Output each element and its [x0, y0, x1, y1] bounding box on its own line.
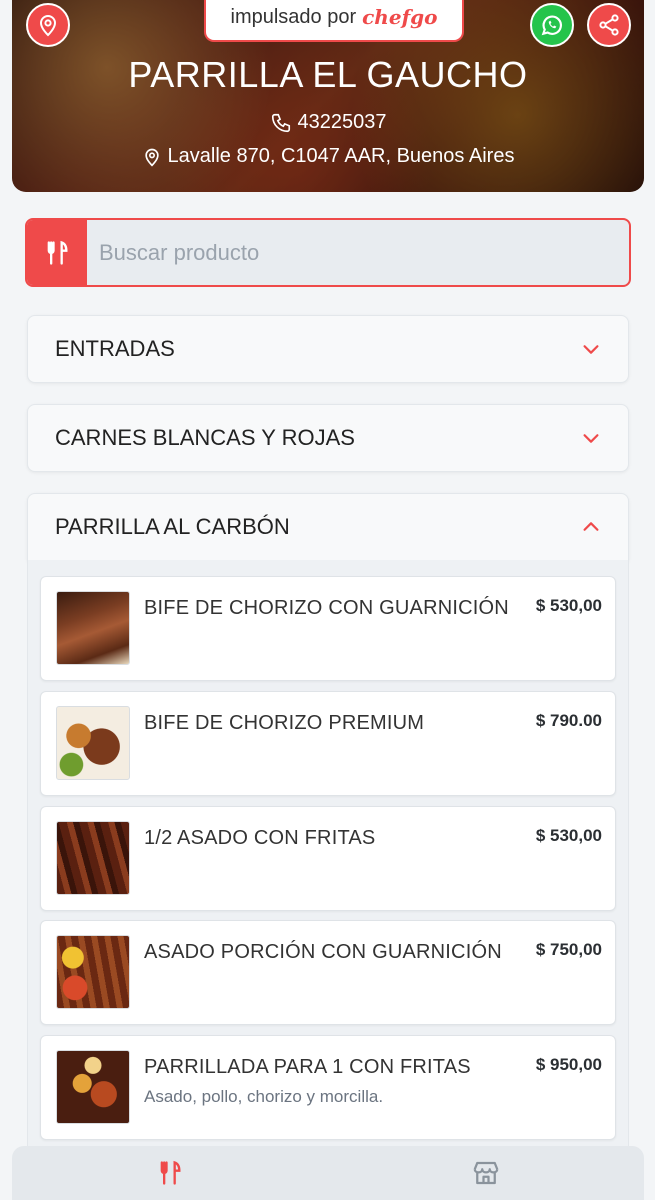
product-image	[56, 591, 130, 665]
nav-tab-menu[interactable]	[12, 1146, 328, 1200]
product-price: $ 790.00	[535, 711, 602, 730]
product-image	[56, 706, 130, 780]
restaurant-header: impulsado por chefgo PARRILLA EL GAUCHO …	[12, 0, 644, 192]
category-carnes[interactable]: CARNES BLANCAS Y ROJAS	[27, 404, 629, 472]
category-parrilla[interactable]: PARRILLA AL CARBÓN	[27, 493, 629, 561]
phone-number: 43225037	[297, 111, 387, 133]
product-description: Asado, pollo, chorizo y morcilla.	[144, 1087, 384, 1106]
product-name: BIFE DE CHORIZO CON GUARNICIÓN	[144, 597, 509, 619]
map-pin-icon	[39, 15, 57, 37]
chevron-down-icon	[583, 345, 599, 354]
search-icon-box	[27, 220, 87, 285]
product-name: PARRILLADA PARA 1 CON FRITAS	[144, 1056, 471, 1078]
product-card[interactable]: BIFE DE CHORIZO CON GUARNICIÓN $ 530,00	[40, 576, 616, 681]
location-button[interactable]	[26, 3, 70, 47]
product-price: $ 750,00	[535, 940, 602, 959]
product-name: ASADO PORCIÓN CON GUARNICIÓN	[144, 941, 502, 963]
bottom-nav	[12, 1146, 644, 1200]
powered-by-badge[interactable]: impulsado por chefgo	[204, 0, 464, 42]
product-name: BIFE DE CHORIZO PREMIUM	[144, 712, 425, 734]
product-price: $ 530,00	[535, 826, 602, 845]
product-card[interactable]: BIFE DE CHORIZO PREMIUM $ 790.00	[40, 691, 616, 796]
search-input[interactable]	[87, 220, 629, 285]
product-card[interactable]: 1/2 ASADO CON FRITAS $ 530,00	[40, 806, 616, 911]
product-price: $ 530,00	[535, 596, 602, 615]
fork-knife-icon	[47, 240, 68, 265]
powered-by-text: impulsado por	[230, 5, 357, 28]
store-icon	[473, 1161, 499, 1185]
nav-tab-store[interactable]	[328, 1146, 644, 1200]
category-label: PARRILLA AL CARBÓN	[55, 514, 290, 539]
product-price: $ 950,00	[535, 1055, 602, 1074]
phone-icon	[271, 113, 290, 132]
restaurant-name: PARRILLA EL GAUCHO	[128, 54, 528, 95]
product-search	[25, 218, 631, 287]
map-pin-icon	[144, 148, 159, 166]
share-button[interactable]	[587, 3, 631, 47]
chevron-up-icon	[583, 522, 599, 531]
whatsapp-button[interactable]	[530, 3, 574, 47]
product-image	[56, 1050, 130, 1124]
product-card[interactable]: PARRILLADA PARA 1 CON FRITAS Asado, poll…	[40, 1035, 616, 1140]
category-label: CARNES BLANCAS Y ROJAS	[55, 425, 355, 450]
product-image	[56, 821, 130, 895]
category-label: ENTRADAS	[55, 336, 175, 361]
product-card[interactable]: ASADO PORCIÓN CON GUARNICIÓN $ 750,00	[40, 920, 616, 1025]
chefgo-logo: chefgo	[362, 5, 438, 29]
fork-knife-icon	[160, 1160, 181, 1185]
whatsapp-icon	[541, 15, 562, 36]
share-icon	[599, 14, 619, 36]
address-text: Lavalle 870, C1047 AAR, Buenos Aires	[167, 145, 515, 167]
product-name: 1/2 ASADO CON FRITAS	[144, 827, 376, 849]
restaurant-phone[interactable]: 43225037	[12, 111, 644, 134]
product-image	[56, 935, 130, 1009]
chevron-down-icon	[583, 434, 599, 443]
restaurant-address[interactable]: Lavalle 870, C1047 AAR, Buenos Aires	[12, 145, 644, 168]
category-entradas[interactable]: ENTRADAS	[27, 315, 629, 383]
